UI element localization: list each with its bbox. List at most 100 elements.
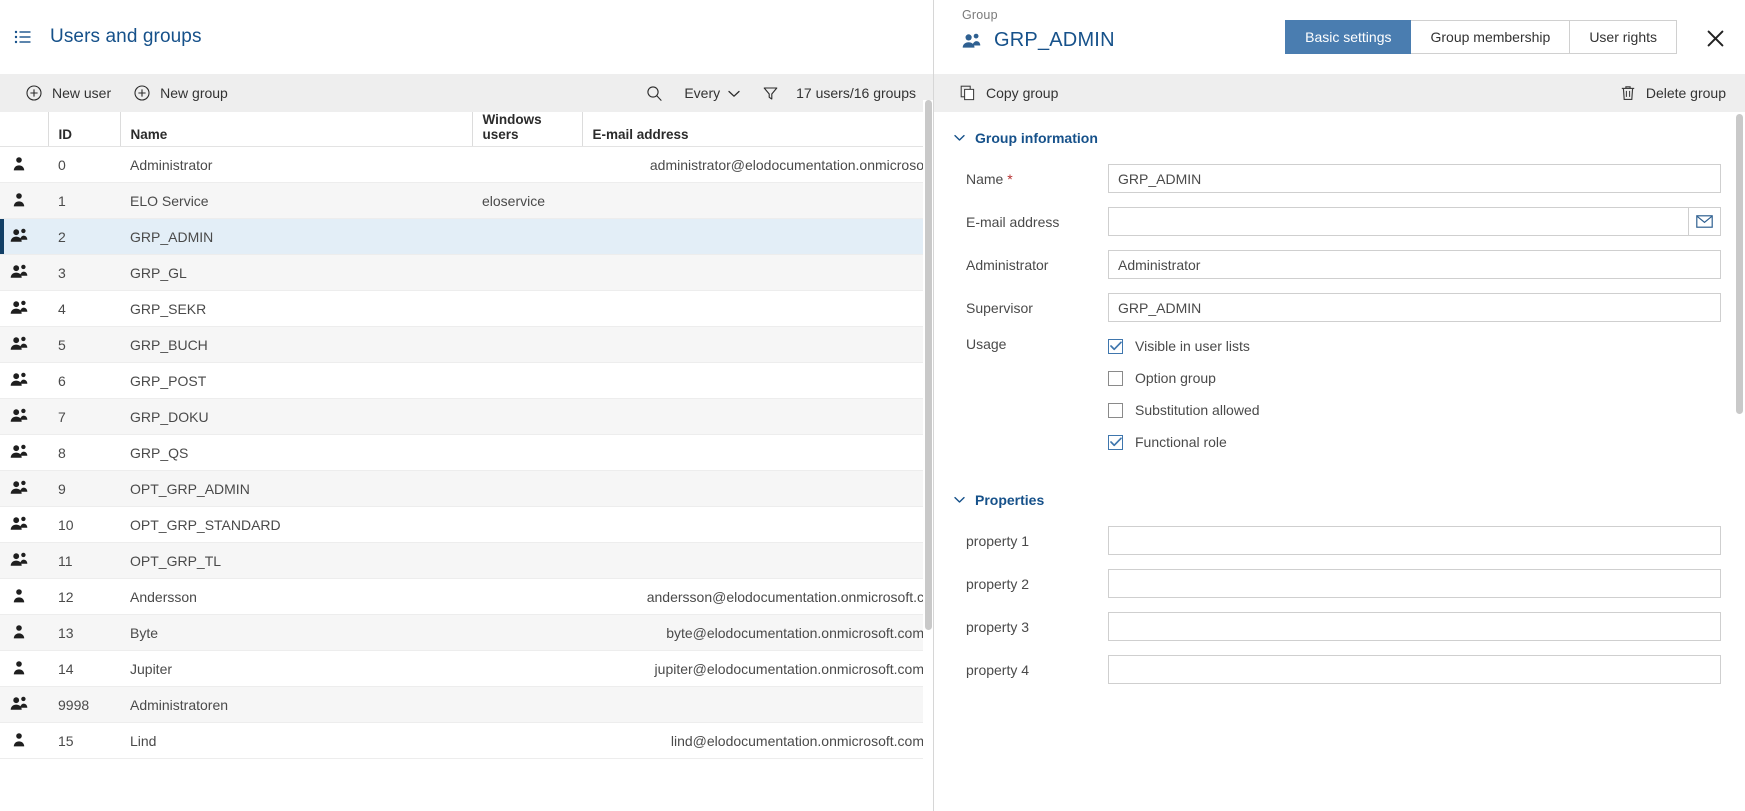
table-row[interactable]: 15 Lind lind@elodocumentation.onmicrosoft.… [0,722,934,759]
property-1-row: property 1 [934,526,1745,555]
row-group-icon [0,506,48,543]
usage-options: Visible in user lists Option group Substit… [1108,336,1260,450]
checkbox-label: Functional role [1135,434,1227,450]
left-panel-scrollbar-thumb[interactable] [925,100,932,630]
record-count: 17 users/16 groups [796,85,916,101]
row-email [582,326,934,363]
table-row[interactable]: 4 GRP_SEKR [0,290,934,327]
filter-scope-value: Every [684,85,721,101]
search-icon[interactable] [634,78,674,108]
checkbox-box[interactable] [1108,370,1123,386]
delete-group-button[interactable]: Delete group [1608,78,1737,108]
row-name: GRP_QS [120,434,472,471]
row-name: GRP_POST [120,362,472,399]
usage-row: Usage Visible in user lists Option group S… [934,336,1745,450]
table-row[interactable]: 7 GRP_DOKU [0,398,934,435]
right-panel-scrollbar[interactable] [1734,112,1745,811]
row-name: GRP_ADMIN [120,218,472,255]
administrator-input[interactable] [1108,250,1721,279]
right-panel-scrollbar-thumb[interactable] [1736,114,1743,414]
users-and-groups-screen: Users and groups New user New group Ever… [0,0,1745,811]
table-row[interactable]: 5 GRP_BUCH [0,326,934,363]
column-header-windows-users[interactable]: Windows users [471,112,582,147]
name-input[interactable] [1108,164,1721,193]
tab-basic-settings[interactable]: Basic settings [1285,20,1412,54]
copy-group-button[interactable]: Copy group [948,78,1069,108]
column-header-name[interactable]: Name [119,112,472,147]
checkbox-box[interactable] [1108,338,1123,354]
table-body: 0 Administrator administrator@elodocumenta… [0,146,934,759]
row-windows-user [472,434,582,471]
usage-label: Usage [966,336,1007,352]
table-row[interactable]: 9998 Administratoren [0,686,934,723]
table-row[interactable]: 9 OPT_GRP_ADMIN [0,470,934,507]
e-mail-address-input[interactable] [1108,207,1689,236]
tab-group-membership[interactable]: Group membership [1411,20,1571,54]
row-id: 11 [48,542,120,579]
row-email: administrator@elodocumentation.onmicroso [582,146,934,183]
checkbox-box[interactable] [1108,434,1123,450]
table-row[interactable]: 12 Andersson andersson@elodocumentation.on… [0,578,934,615]
checkbox-box[interactable] [1108,402,1123,418]
property-1-input[interactable] [1108,526,1721,555]
funnel-icon[interactable] [750,78,790,108]
row-windows-user [472,146,582,183]
row-windows-user [472,722,582,759]
table-row[interactable]: 10 OPT_GRP_STANDARD [0,506,934,543]
row-email [582,542,934,579]
checkbox-label: Option group [1135,370,1216,386]
column-header-email[interactable]: E-mail address [581,112,934,147]
table-row[interactable]: 3 GRP_GL [0,254,934,291]
row-group-icon [0,254,48,291]
left-toolbar-right: Every 17 users/16 groups [634,78,926,108]
row-email [582,506,934,543]
table-row[interactable]: 1 ELO Service eloservice [0,182,934,219]
checkbox-functional-role[interactable]: Functional role [1108,434,1260,450]
new-group-button[interactable]: New group [122,78,239,108]
supervisor-input[interactable] [1108,293,1721,322]
required-asterisk: * [1007,170,1013,187]
property-2-input[interactable] [1108,569,1721,598]
row-email [582,290,934,327]
column-header-id[interactable]: ID [47,112,120,147]
new-user-button[interactable]: New user [14,78,122,108]
delete-group-label: Delete group [1645,85,1726,101]
row-windows-user [472,290,582,327]
property-3-input[interactable] [1108,612,1721,641]
group-name-heading: GRP_ADMIN [994,29,1115,51]
table-header-row: ID Name Windows users E-mail address [0,112,934,147]
new-user-label: New user [52,85,112,101]
row-name: Administrator [120,146,472,183]
table-row[interactable]: 2 GRP_ADMIN [0,218,934,255]
group-information-section-header[interactable]: Group information [934,130,1745,146]
table-row[interactable]: 8 GRP_QS [0,434,934,471]
table-row[interactable]: 6 GRP_POST [0,362,934,399]
chevron-down-icon [954,496,965,504]
tab-user-rights[interactable]: User rights [1570,20,1677,54]
trash-icon [1619,84,1637,102]
checkbox-option-group[interactable]: Option group [1108,370,1260,386]
table-row[interactable]: 14 Jupiter jupiter@elodocumentation.onmicr… [0,650,934,687]
table-row[interactable]: 0 Administrator administrator@elodocumenta… [0,146,934,183]
row-id: 1 [48,182,120,219]
property-4-label: property 4 [966,661,1030,678]
row-id: 12 [48,578,120,615]
row-windows-user [472,470,582,507]
properties-section-header[interactable]: Properties [934,492,1745,508]
table-row[interactable]: 13 Byte byte@elodocumentation.onmicrosoft.… [0,614,934,651]
checkbox-substitution-allowed[interactable]: Substitution allowed [1108,402,1260,418]
list-icon[interactable] [12,26,34,48]
filter-scope-select[interactable]: Every [674,78,750,108]
envelope-icon[interactable] [1689,207,1721,236]
row-user-icon [0,578,48,615]
page-title: Users and groups [50,26,202,47]
row-group-icon [0,542,48,579]
checkbox-visible-in-user-lists[interactable]: Visible in user lists [1108,338,1260,354]
row-name: GRP_GL [120,254,472,291]
row-name: GRP_BUCH [120,326,472,363]
checkbox-label: Visible in user lists [1135,338,1250,354]
property-4-input[interactable] [1108,655,1721,684]
close-icon[interactable] [1699,22,1731,54]
column-header-icon[interactable] [0,112,48,147]
table-row[interactable]: 11 OPT_GRP_TL [0,542,934,579]
